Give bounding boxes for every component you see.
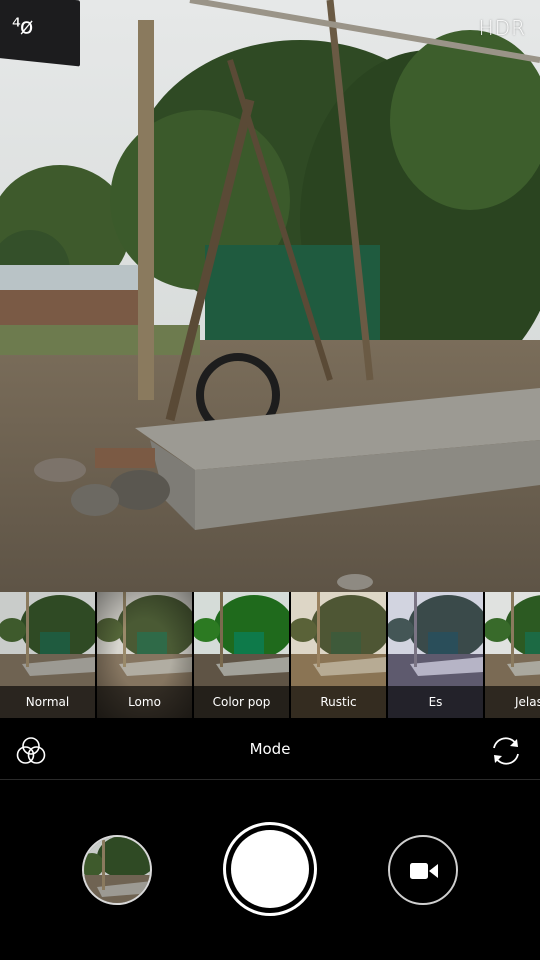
preview-image (0, 0, 540, 592)
filter-color-pop[interactable]: Color pop (194, 592, 289, 718)
filter-label: Rustic (291, 686, 386, 718)
filter-lomo[interactable]: Lomo (97, 592, 192, 718)
video-camera-icon (410, 863, 438, 879)
filter-strip[interactable]: Normal Lomo Color pop Rustic Es Jelas (0, 592, 540, 718)
filter-label: Es (388, 686, 483, 718)
filter-label: Normal (0, 686, 95, 718)
flash-auto-icon: ⁴ø (12, 14, 33, 40)
flash-button[interactable]: ⁴ø (0, 0, 80, 67)
shutter-button[interactable] (223, 822, 317, 916)
shutter-icon (231, 830, 309, 908)
filter-label: Color pop (194, 686, 289, 718)
mode-button[interactable]: Mode (0, 740, 540, 758)
capture-controls (0, 781, 540, 960)
filter-normal[interactable]: Normal (0, 592, 95, 718)
filter-jelas[interactable]: Jelas (485, 592, 540, 718)
filter-label: Lomo (97, 686, 192, 718)
filter-es[interactable]: Es (388, 592, 483, 718)
gallery-preview-image (84, 837, 150, 903)
record-video-button[interactable] (388, 835, 458, 905)
hdr-toggle[interactable]: HDR (479, 16, 526, 40)
filter-label: Jelas (485, 686, 540, 718)
mode-bar: Mode (0, 718, 540, 780)
filter-rustic[interactable]: Rustic (291, 592, 386, 718)
gallery-thumbnail[interactable] (82, 835, 152, 905)
switch-camera-icon[interactable] (488, 733, 524, 769)
camera-viewfinder[interactable]: ⁴ø HDR (0, 0, 540, 592)
